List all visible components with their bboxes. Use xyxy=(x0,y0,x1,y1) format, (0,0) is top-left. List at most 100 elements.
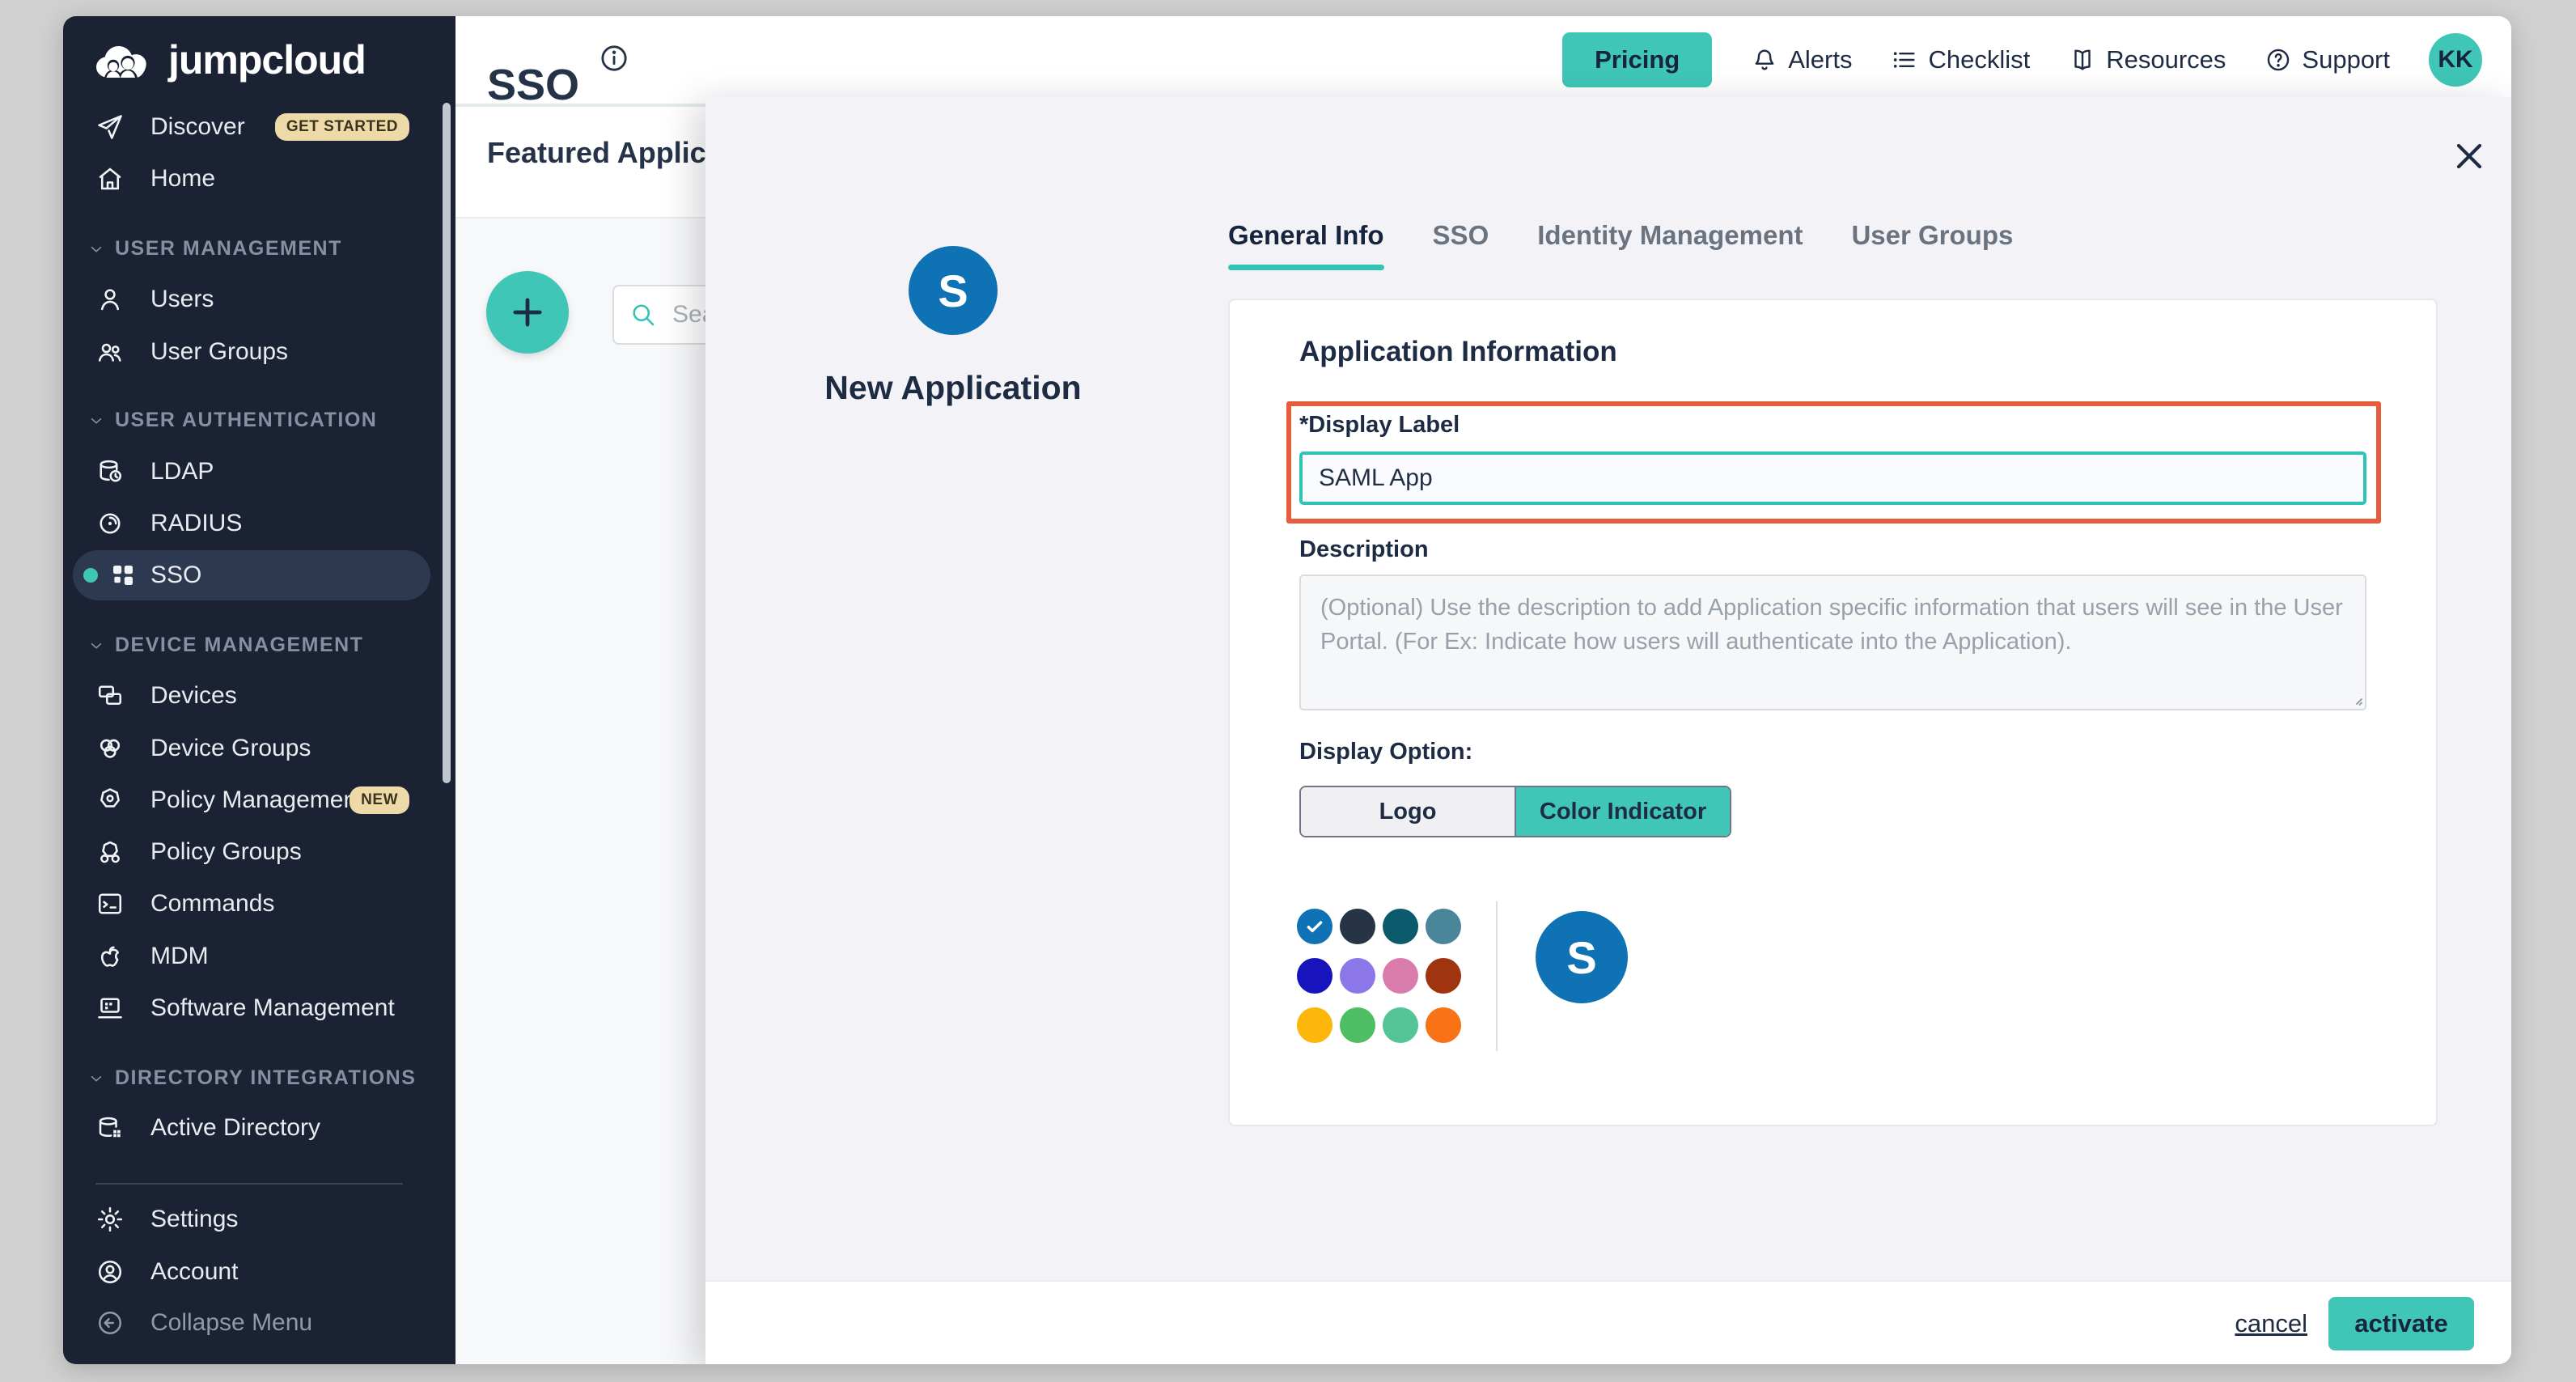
sidebar-item-software-management[interactable]: Software Management xyxy=(73,983,430,1033)
sidebar-divider xyxy=(95,1183,403,1185)
section-directory-integrations[interactable]: DIRECTORY INTEGRATIONS xyxy=(87,1066,416,1090)
display-option-toggle: Logo Color Indicator xyxy=(1299,786,1731,837)
home-icon xyxy=(95,164,125,193)
color-swatch[interactable] xyxy=(1383,1007,1418,1043)
description-textarea[interactable] xyxy=(1299,574,2366,710)
sidebar-item-device-groups[interactable]: Device Groups xyxy=(73,723,430,774)
new-badge: NEW xyxy=(350,786,409,814)
modal-tabs: General Info SSO Identity Management Use… xyxy=(1228,220,2013,270)
color-swatch[interactable] xyxy=(1340,1007,1375,1043)
sidebar-item-devices[interactable]: Devices xyxy=(73,671,430,721)
section-device-management[interactable]: DEVICE MANAGEMENT xyxy=(87,634,363,657)
question-circle-icon xyxy=(2265,46,2292,74)
logo-option-button[interactable]: Logo xyxy=(1301,787,1516,836)
sidebar-item-sso[interactable]: SSO xyxy=(73,550,430,600)
tab-general-info[interactable]: General Info xyxy=(1228,220,1384,270)
book-icon xyxy=(2069,46,2096,74)
sidebar-item-policy-management[interactable]: Policy Management NEW xyxy=(73,775,430,825)
plus-icon xyxy=(506,291,549,333)
resources-button[interactable]: Resources xyxy=(2069,45,2226,74)
jumpcloud-wordmark: jumpcloud xyxy=(168,36,366,83)
color-swatch[interactable] xyxy=(1340,909,1375,944)
color-swatch[interactable] xyxy=(1297,1007,1332,1043)
sidebar-item-mdm[interactable]: MDM xyxy=(73,931,430,981)
radar-icon xyxy=(95,509,125,538)
info-icon[interactable] xyxy=(598,42,630,74)
sidebar-scrollbar[interactable] xyxy=(443,103,451,783)
active-directory-icon xyxy=(95,1113,125,1142)
display-option-label: Display Option: xyxy=(1299,739,1472,765)
section-user-management[interactable]: USER MANAGEMENT xyxy=(87,237,342,261)
database-clock-icon xyxy=(95,457,125,486)
sidebar-item-ldap[interactable]: LDAP xyxy=(73,447,430,497)
display-label-label: *Display Label xyxy=(1299,412,1460,439)
new-application-modal: S New Application General Info SSO Ident… xyxy=(705,97,2511,1364)
laptop-apps-icon xyxy=(95,994,125,1023)
sidebar-item-user-groups[interactable]: User Groups xyxy=(73,327,430,377)
add-application-button[interactable] xyxy=(486,271,569,354)
app-window: jumpcloud Discover GET STARTED Home USER… xyxy=(63,16,2511,1364)
sidebar-item-users[interactable]: Users xyxy=(73,274,430,324)
active-indicator-dot xyxy=(83,568,98,583)
color-palette xyxy=(1297,909,1461,1043)
check-icon xyxy=(1304,916,1325,937)
person-circle-icon xyxy=(95,1257,125,1287)
section-user-authentication[interactable]: USER AUTHENTICATION xyxy=(87,409,377,432)
user-group-icon xyxy=(95,337,125,367)
pricing-button[interactable]: Pricing xyxy=(1562,32,1712,87)
jumpcloud-logo[interactable]: jumpcloud xyxy=(91,36,366,84)
sidebar-item-active-directory[interactable]: Active Directory xyxy=(73,1103,430,1153)
color-indicator-preview: S xyxy=(1536,911,1628,1003)
rocket-icon xyxy=(95,112,125,142)
checklist-button[interactable]: Checklist xyxy=(1891,45,2030,74)
application-information-card: Application Information *Display Label D… xyxy=(1228,299,2438,1126)
apple-icon xyxy=(95,942,125,971)
tab-identity-management[interactable]: Identity Management xyxy=(1537,220,1803,270)
cancel-link[interactable]: cancel xyxy=(2235,1282,2307,1364)
sidebar-item-collapse-menu[interactable]: Collapse Menu xyxy=(73,1298,430,1348)
palette-preview-divider xyxy=(1496,901,1498,1051)
jumpcloud-cloud-icon xyxy=(91,36,160,84)
support-button[interactable]: Support xyxy=(2265,45,2390,74)
terminal-icon xyxy=(95,889,125,918)
color-swatch[interactable] xyxy=(1383,958,1418,994)
color-indicator-option-button[interactable]: Color Indicator xyxy=(1516,787,1730,836)
checklist-icon xyxy=(1891,46,1918,74)
sidebar-item-discover[interactable]: Discover GET STARTED xyxy=(73,102,430,152)
modal-title: New Application xyxy=(751,369,1155,407)
user-avatar[interactable]: KK xyxy=(2429,33,2482,87)
sidebar-item-policy-groups[interactable]: Policy Groups xyxy=(73,827,430,877)
color-swatch[interactable] xyxy=(1340,958,1375,994)
chevron-down-icon xyxy=(87,637,105,655)
alerts-button[interactable]: Alerts xyxy=(1751,45,1852,74)
user-icon xyxy=(95,285,125,314)
page-title: SSO xyxy=(487,60,579,110)
topbar-actions: Pricing Alerts Checklist Resources Suppo… xyxy=(1562,16,2482,104)
sidebar-item-commands[interactable]: Commands xyxy=(73,879,430,929)
color-swatch[interactable] xyxy=(1383,909,1418,944)
sidebar-item-radius[interactable]: RADIUS xyxy=(73,498,430,549)
sidebar: jumpcloud Discover GET STARTED Home USER… xyxy=(63,16,455,1364)
sidebar-item-account[interactable]: Account xyxy=(73,1247,430,1297)
grid-icon xyxy=(108,561,138,590)
display-label-input[interactable] xyxy=(1299,451,2366,505)
color-swatch[interactable] xyxy=(1297,958,1332,994)
gear-icon xyxy=(95,1205,125,1234)
color-swatch[interactable] xyxy=(1426,909,1461,944)
get-started-badge: GET STARTED xyxy=(275,113,409,141)
sidebar-item-home[interactable]: Home xyxy=(73,154,430,204)
card-title: Application Information xyxy=(1299,336,1617,368)
color-swatch[interactable] xyxy=(1426,1007,1461,1043)
sidebar-item-settings[interactable]: Settings xyxy=(73,1194,430,1244)
color-swatch-selected[interactable] xyxy=(1297,909,1332,944)
tab-sso[interactable]: SSO xyxy=(1433,220,1489,270)
activate-button[interactable]: activate xyxy=(2328,1297,2474,1350)
venn-icon xyxy=(95,734,125,763)
tab-user-groups[interactable]: User Groups xyxy=(1851,220,2013,270)
collapse-icon xyxy=(95,1308,125,1337)
color-swatch[interactable] xyxy=(1426,958,1461,994)
search-icon xyxy=(629,300,658,329)
active-tab-underline xyxy=(1228,265,1384,270)
chevron-down-icon xyxy=(87,1070,105,1087)
close-button[interactable] xyxy=(2443,134,2485,176)
